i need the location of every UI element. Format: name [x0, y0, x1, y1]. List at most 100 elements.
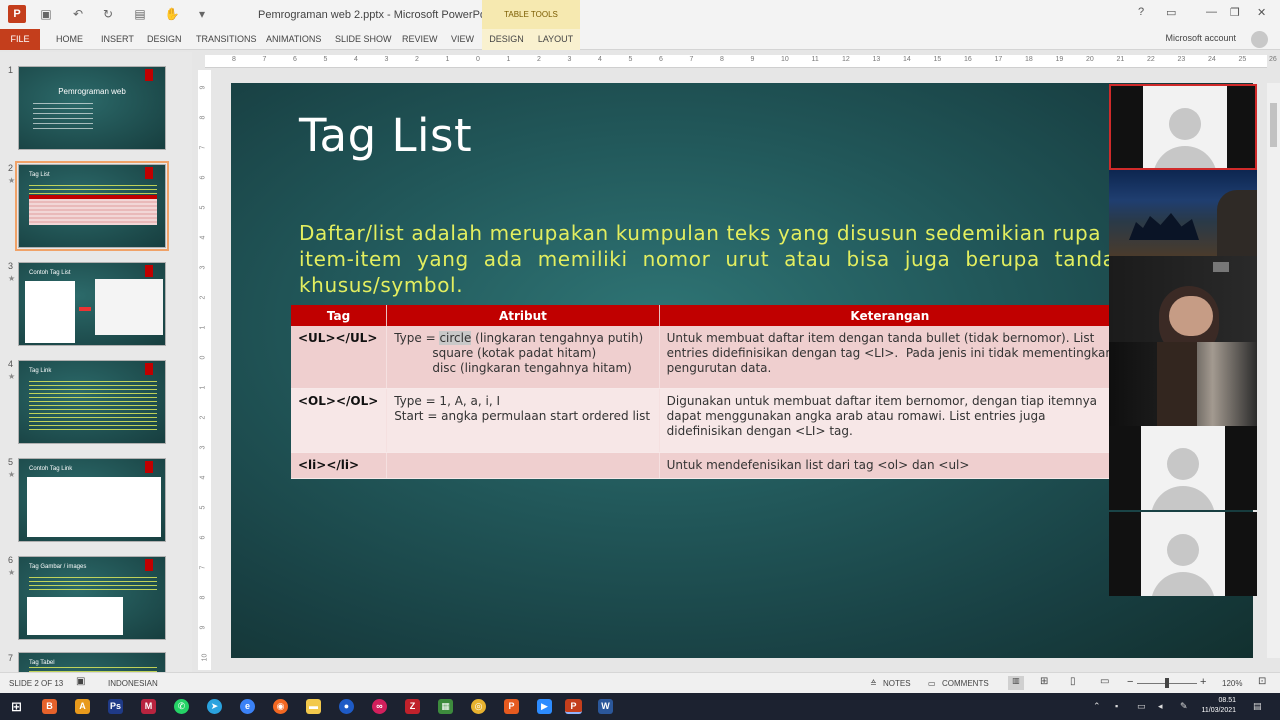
- avatar[interactable]: [1251, 31, 1268, 48]
- participant-video[interactable]: [1109, 256, 1257, 342]
- thumb-title: Tag List: [29, 172, 50, 178]
- thumbnail-slide-6[interactable]: Tag Gambar / images: [18, 556, 166, 640]
- tab-design[interactable]: DESIGN: [147, 29, 182, 50]
- app-icon-4[interactable]: ●: [339, 699, 354, 714]
- participant-tile[interactable]: [1109, 426, 1257, 510]
- tab-animations[interactable]: ANIMATIONS: [266, 29, 321, 50]
- tray-app-icon[interactable]: ▪: [1115, 701, 1118, 711]
- taskbar-clock[interactable]: 08.51 11/03/2021: [1201, 696, 1236, 716]
- help-icon[interactable]: ?: [1138, 6, 1144, 18]
- tab-home[interactable]: HOME: [56, 29, 83, 50]
- app-icon-3[interactable]: M: [141, 699, 156, 714]
- zoom-slider-thumb[interactable]: [1165, 678, 1169, 688]
- thumbnail-slide-5[interactable]: Contoh Tag Link: [18, 458, 166, 542]
- close-icon[interactable]: ✕: [1257, 6, 1266, 19]
- powerpoint-taskbar-icon[interactable]: P: [565, 699, 582, 714]
- participant-placeholder: [1141, 426, 1225, 510]
- word-icon[interactable]: W: [598, 699, 613, 714]
- redo-icon[interactable]: ↻: [100, 6, 116, 22]
- app-icon-6[interactable]: ▦: [438, 699, 453, 714]
- participant-tile[interactable]: [1109, 84, 1257, 170]
- keterangan-cell[interactable]: Digunakan untuk membuat daftar item bern…: [659, 388, 1122, 453]
- thumbnail-slide-1[interactable]: Pemrograman web: [18, 66, 166, 150]
- language-indicator[interactable]: INDONESIAN: [108, 679, 158, 688]
- keterangan-cell[interactable]: Untuk mendefenisikan list dari tag <ol> …: [659, 452, 1122, 479]
- app-icon-1[interactable]: B: [42, 699, 57, 714]
- file-explorer-icon[interactable]: ▬: [306, 699, 321, 714]
- participant-tile[interactable]: [1109, 512, 1257, 596]
- thumb-red-marker: [145, 69, 153, 81]
- slideshow-icon[interactable]: ▭: [1100, 676, 1109, 687]
- touch-mode-icon[interactable]: ✋: [164, 6, 180, 22]
- tray-chevron-icon[interactable]: ⌃: [1093, 701, 1101, 712]
- slide-title[interactable]: Tag List: [299, 109, 472, 162]
- tab-insert[interactable]: INSERT: [101, 29, 134, 50]
- thumbnail-slide-4[interactable]: Tag Link: [18, 360, 166, 444]
- windows-start-icon[interactable]: ⊞: [9, 699, 24, 714]
- tab-slide-show[interactable]: SLIDE SHOW: [335, 29, 392, 50]
- atribut-cell[interactable]: Type = 1, A, a, i, I Start = angka permu…: [386, 388, 660, 453]
- reading-view-icon[interactable]: ▯: [1070, 676, 1076, 687]
- tab-table-layout[interactable]: LAYOUT: [531, 29, 580, 50]
- thumbnail-slide-2[interactable]: Tag List: [15, 161, 169, 251]
- undo-icon[interactable]: ↶: [70, 6, 86, 22]
- restore-icon[interactable]: ❐: [1230, 6, 1240, 19]
- tab-transitions[interactable]: TRANSITIONS: [196, 29, 257, 50]
- network-icon[interactable]: ▭: [1137, 701, 1146, 712]
- comments-icon[interactable]: ▭: [928, 679, 936, 688]
- thumb-title: Pemrograman web: [58, 87, 126, 96]
- ruler-tick-label: 7: [199, 565, 207, 570]
- thumbnail-slide-3[interactable]: Contoh Tag List: [18, 262, 166, 346]
- atribut-cell[interactable]: [386, 452, 660, 479]
- tab-review[interactable]: REVIEW: [402, 29, 438, 50]
- zoom-app-icon[interactable]: ▶: [537, 699, 552, 714]
- notes-button[interactable]: NOTES: [883, 679, 911, 688]
- keterangan-cell[interactable]: Untuk membuat daftar item dengan tanda b…: [659, 326, 1122, 389]
- slide-sorter-icon[interactable]: ⊞: [1040, 676, 1048, 687]
- powerpoint-window: P ▣ ↶ ↻ ▤ ✋ ▾ Pemrograman web 2.pptx - M…: [0, 0, 1280, 720]
- spellcheck-icon[interactable]: ▣: [76, 676, 85, 687]
- present-icon[interactable]: ▤: [132, 6, 148, 22]
- firefox-icon[interactable]: ◉: [273, 699, 288, 714]
- volume-icon[interactable]: ◂: [1158, 701, 1163, 712]
- participant-video[interactable]: [1109, 342, 1257, 426]
- whatsapp-icon[interactable]: ✆: [174, 699, 189, 714]
- tag-cell[interactable]: <OL></OL>: [291, 388, 388, 453]
- chrome-icon[interactable]: ◎: [471, 699, 486, 714]
- photoshop-icon[interactable]: Ps: [108, 699, 123, 714]
- participant-video[interactable]: [1109, 170, 1257, 256]
- thumbnail-slide-7[interactable]: Tag Tabel: [18, 652, 166, 672]
- minimize-icon[interactable]: —: [1206, 6, 1217, 18]
- zoom-in-icon[interactable]: +: [1200, 676, 1206, 688]
- atribut-cell[interactable]: Type = circle (lingkaran tengahnya putih…: [386, 326, 660, 389]
- zoom-level[interactable]: 120%: [1222, 679, 1242, 688]
- tag-cell[interactable]: <UL></UL>: [291, 326, 388, 389]
- tag-cell[interactable]: <li></li>: [291, 452, 388, 479]
- notification-icon[interactable]: ▤: [1253, 701, 1262, 712]
- ruler-tick-label: 5: [199, 505, 207, 510]
- customize-qa-icon[interactable]: ▾: [194, 6, 210, 22]
- save-icon[interactable]: ▣: [38, 6, 54, 22]
- app-icon-7[interactable]: P: [504, 699, 519, 714]
- ribbon-display-icon[interactable]: ▭: [1166, 6, 1176, 19]
- scrollbar-thumb[interactable]: [1270, 103, 1277, 147]
- tab-table-design[interactable]: DESIGN: [482, 29, 531, 50]
- app-icon-5[interactable]: ∞: [372, 699, 387, 714]
- tag-list-table[interactable]: Tag Atribut Keterangan <UL></UL> Type = …: [291, 305, 1122, 479]
- pen-icon[interactable]: ✎: [1180, 701, 1188, 712]
- comments-button[interactable]: COMMENTS: [942, 679, 989, 688]
- app-icon-2[interactable]: A: [75, 699, 90, 714]
- vertical-scrollbar[interactable]: [1267, 83, 1280, 658]
- ruler-tick-label: 2: [199, 415, 207, 420]
- filezilla-icon[interactable]: Z: [405, 699, 420, 714]
- zoom-out-icon[interactable]: −: [1127, 676, 1133, 688]
- tab-file[interactable]: FILE: [0, 29, 40, 50]
- browser-icon[interactable]: e: [240, 699, 255, 714]
- tab-view[interactable]: VIEW: [451, 29, 474, 50]
- fit-slide-icon[interactable]: ⊡: [1258, 676, 1266, 687]
- slide-canvas[interactable]: Tag List Daftar/list adalah merupakan ku…: [231, 83, 1253, 658]
- normal-view-icon[interactable]: ▥: [1008, 676, 1024, 690]
- notes-icon[interactable]: ≙: [870, 679, 877, 688]
- telegram-icon[interactable]: ➤: [207, 699, 222, 714]
- account-label[interactable]: Microsoft account: [1165, 33, 1236, 43]
